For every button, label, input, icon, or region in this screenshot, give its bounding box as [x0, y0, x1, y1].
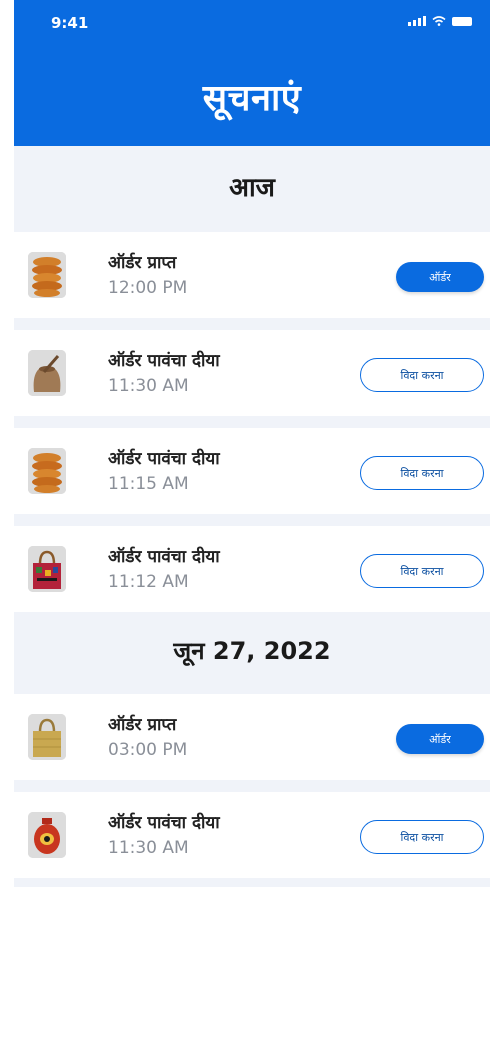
snacks-stack-icon [28, 252, 66, 298]
notifications-list: आज ऑर्डर प्राप्त 12:00 PM ऑर्डर ऑर्डर पा… [14, 146, 490, 887]
notification-title: ऑर्डर पावंचा दीया [108, 547, 220, 567]
section-header-today: आज [229, 173, 275, 203]
status-time: 9:41 [51, 14, 89, 32]
notification-item[interactable]: ऑर्डर पावंचा दीया 11:30 AM विदा करना [14, 792, 490, 878]
app-header: 9:41 सूचनाएं [14, 0, 490, 146]
notification-item[interactable]: ऑर्डर पावंचा दीया 11:15 AM विदा करना [14, 428, 490, 514]
order-button[interactable]: ऑर्डर [396, 724, 484, 754]
notification-title: ऑर्डर प्राप्त [108, 253, 177, 273]
painted-pot-icon [28, 812, 66, 858]
snacks-stack-icon [28, 448, 66, 494]
signal-icon [408, 16, 426, 26]
notification-item[interactable]: ऑर्डर पावंचा दीया 11:12 AM विदा करना [14, 526, 490, 612]
order-button[interactable]: ऑर्डर [396, 262, 484, 292]
notification-time: 11:30 AM [108, 376, 189, 396]
wifi-icon [432, 16, 446, 26]
notification-item[interactable]: ऑर्डर प्राप्त 12:00 PM ऑर्डर [14, 232, 490, 318]
notification-time: 03:00 PM [108, 740, 188, 760]
notification-item[interactable]: ऑर्डर प्राप्त 03:00 PM ऑर्डर [14, 694, 490, 780]
notifications-screen: 9:41 सूचनाएं आज ऑर्डर प्राप्त 12:00 PM ऑ… [0, 0, 490, 1047]
battery-icon [452, 17, 472, 26]
notification-item[interactable]: ऑर्डर पावंचा दीया 11:30 AM विदा करना [14, 330, 490, 416]
notification-title: ऑर्डर प्राप्त [108, 715, 177, 735]
spice-sack-icon [28, 350, 66, 396]
notification-time: 11:12 AM [108, 572, 189, 592]
status-icons [408, 16, 472, 26]
notification-time: 12:00 PM [108, 278, 188, 298]
notification-time: 11:30 AM [108, 838, 189, 858]
notification-title: ऑर्डर पावंचा दीया [108, 351, 220, 371]
notification-title: ऑर्डर पावंचा दीया [108, 449, 220, 469]
dismiss-button[interactable]: विदा करना [360, 456, 484, 490]
notification-title: ऑर्डर पावंचा दीया [108, 813, 220, 833]
dismiss-button[interactable]: विदा करना [360, 554, 484, 588]
page-title: सूचनाएं [202, 78, 302, 119]
jute-bag-icon [28, 714, 66, 760]
embroidered-bag-icon [28, 546, 66, 592]
dismiss-button[interactable]: विदा करना [360, 820, 484, 854]
dismiss-button[interactable]: विदा करना [360, 358, 484, 392]
notification-time: 11:15 AM [108, 474, 189, 494]
section-header-date: जून 27, 2022 [173, 637, 331, 665]
